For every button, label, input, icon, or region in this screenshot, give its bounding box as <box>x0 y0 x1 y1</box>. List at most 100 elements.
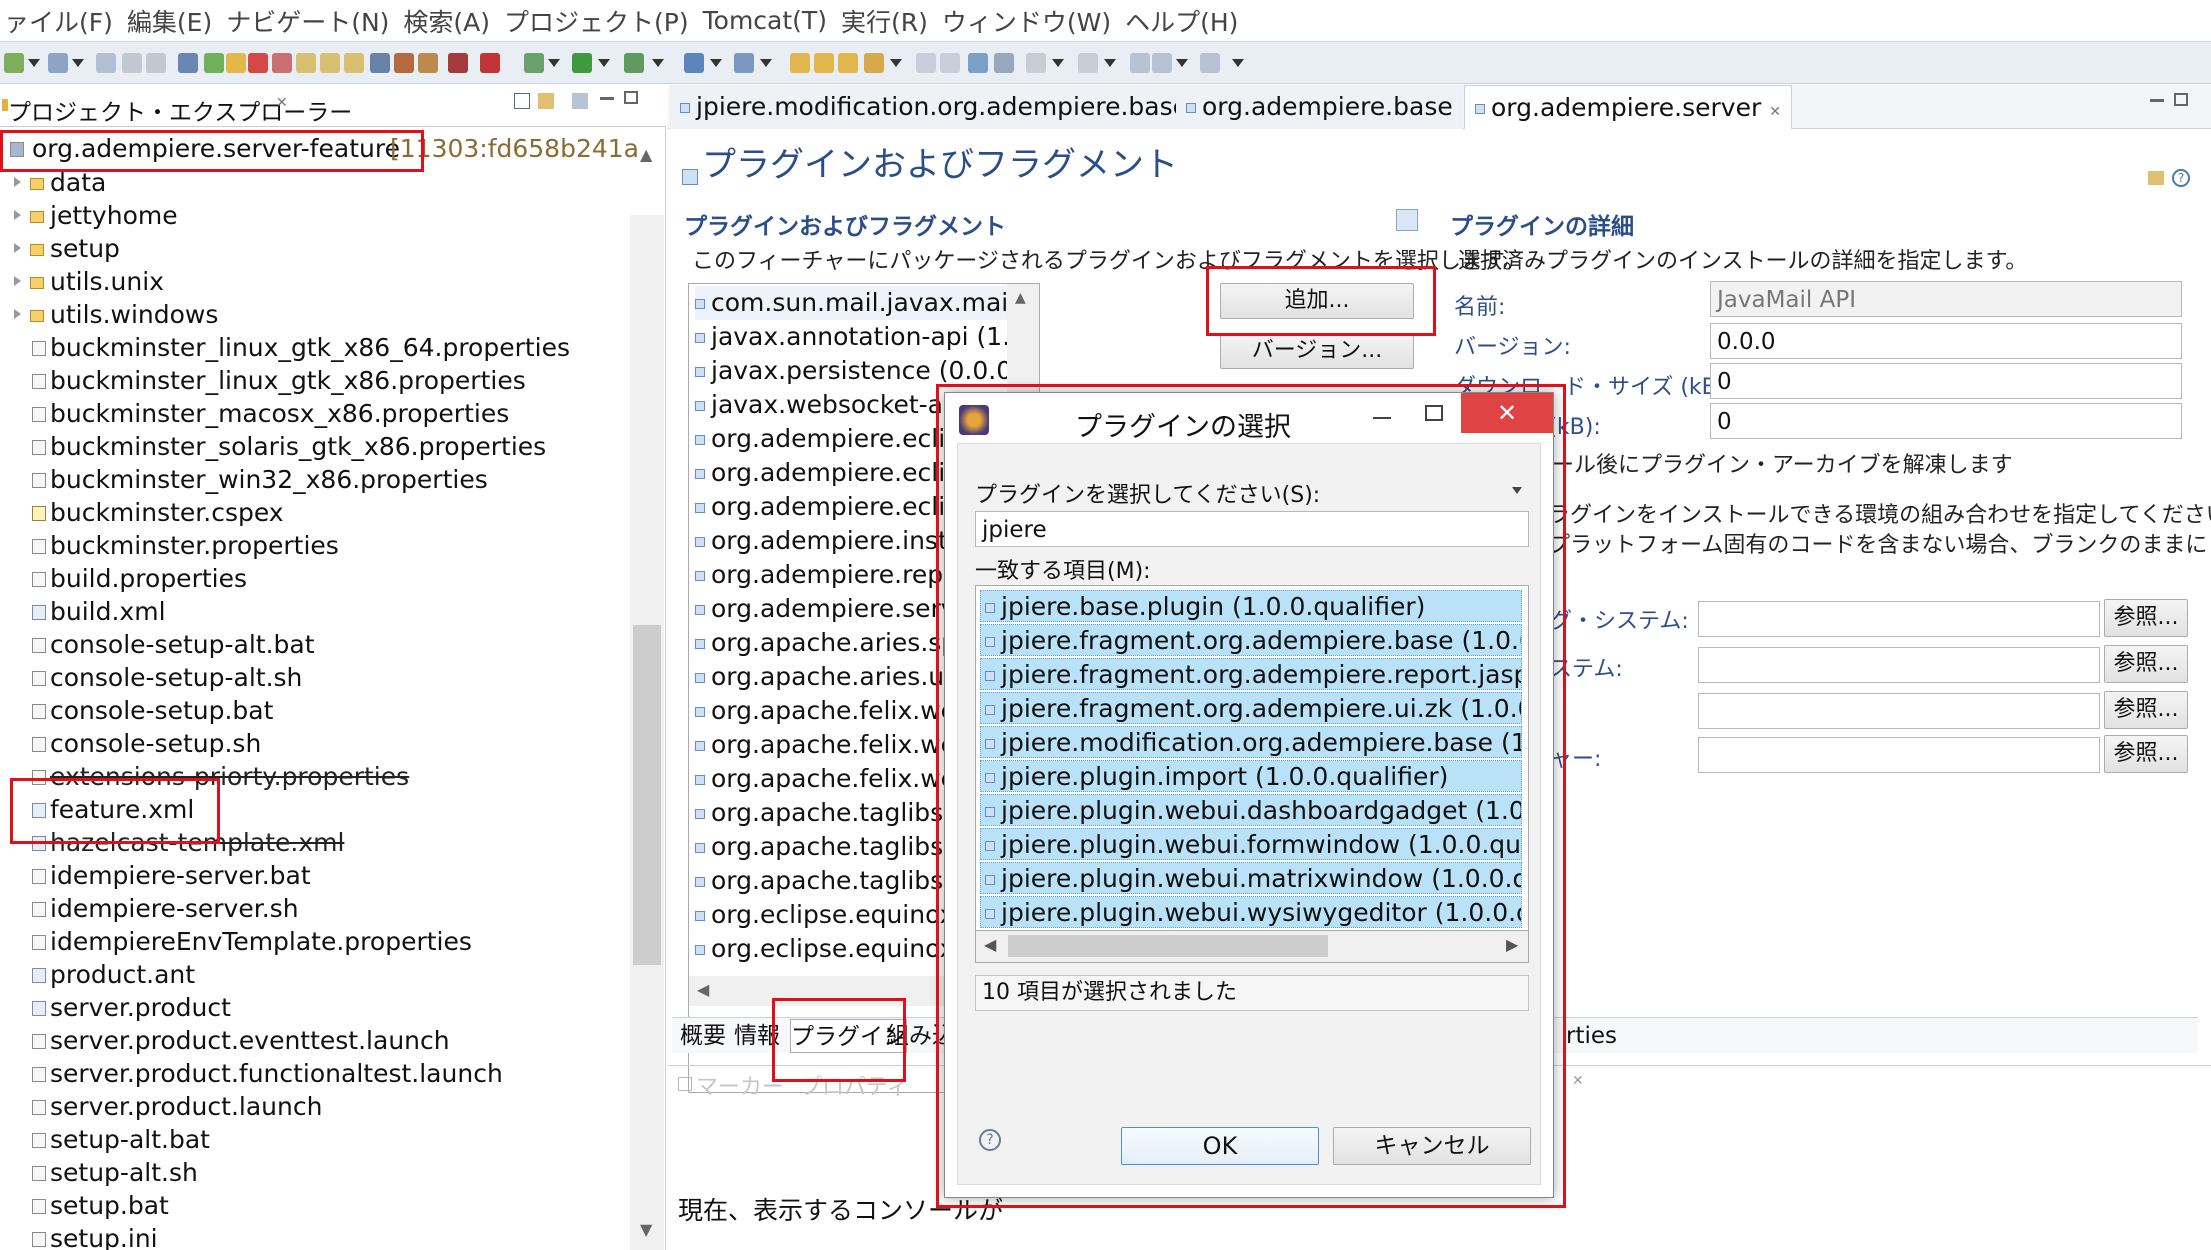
external-tools-icon[interactable] <box>624 53 644 73</box>
version-field[interactable]: 0.0.0 <box>1710 323 2182 359</box>
minimize-icon[interactable] <box>2150 99 2164 102</box>
list-item[interactable]: javax.persistence (0.0.0) <box>695 354 1022 388</box>
close-icon[interactable]: ✕ <box>276 95 288 111</box>
explorer-scrollbar[interactable] <box>630 215 664 1250</box>
list-item[interactable]: org.adempiere.repo <box>695 558 958 592</box>
annotation-icon[interactable] <box>1026 53 1046 73</box>
run-icon[interactable] <box>572 53 592 73</box>
tab-properties[interactable]: rties <box>1566 1019 1617 1053</box>
list-item[interactable]: javax.annotation-api (1.2.0) <box>695 320 1039 354</box>
ok-button[interactable]: OK <box>1121 1127 1319 1165</box>
help-toolbar-icon[interactable] <box>2148 171 2164 185</box>
menu-edit[interactable]: 編集(E) <box>123 3 216 39</box>
tab-org-adempiere-base[interactable]: org.adempiere.base <box>1176 85 1463 129</box>
tab-org-adempiere-server[interactable]: org.adempiere.server ✕ <box>1464 85 1792 129</box>
step-over-icon[interactable] <box>320 53 340 73</box>
menu-tomcat[interactable]: Tomcat(T) <box>699 6 831 35</box>
menu-project[interactable]: プロジェクト(P) <box>500 3 693 39</box>
new-icon[interactable] <box>4 53 24 73</box>
search-icon[interactable] <box>864 53 884 73</box>
save-all-icon[interactable] <box>96 53 116 73</box>
chevron-left-icon[interactable]: ◀ <box>984 935 996 954</box>
list-item[interactable]: org.eclipse.equinox <box>695 932 954 966</box>
suspend-icon[interactable] <box>226 53 246 73</box>
tab-properties-view[interactable]: プロパティ <box>800 1069 909 1101</box>
chevron-down-icon[interactable] <box>1052 59 1064 67</box>
scrollbar-thumb[interactable] <box>633 625 661 965</box>
name-field[interactable]: JavaMail API <box>1710 281 2182 317</box>
chevron-down-icon[interactable] <box>1176 59 1188 67</box>
step-return-icon[interactable] <box>344 53 364 73</box>
sort-icon[interactable] <box>1396 209 1418 231</box>
tomcat-stop-icon[interactable] <box>418 53 438 73</box>
forward-history-icon[interactable] <box>1200 53 1220 73</box>
expand-icon[interactable] <box>14 210 21 220</box>
list-item[interactable]: jpiere.plugin.webui.formwindow (1.0.0.qu… <box>980 828 1522 860</box>
perspective-icon[interactable] <box>916 53 936 73</box>
list-item[interactable]: org.apache.felix.we <box>695 694 956 728</box>
view-menu-icon[interactable] <box>572 93 588 109</box>
list-item[interactable]: org.adempiere.eclip <box>695 490 961 524</box>
tomcat-start-icon[interactable] <box>394 53 414 73</box>
list-item[interactable]: org.apache.taglibs. <box>695 864 951 898</box>
list-item[interactable]: jpiere.plugin.import (1.0.0.qualifier) <box>980 760 1522 792</box>
close-icon[interactable]: ✕ <box>1769 104 1781 120</box>
list-item[interactable]: jpiere.fragment.org.adempiere.ui.zk (1.0… <box>980 692 1522 724</box>
list-item[interactable]: jpiere.base.plugin (1.0.0.qualifier) <box>980 590 1522 622</box>
print-icon[interactable] <box>122 53 142 73</box>
list-item[interactable]: org.apache.aries.ut <box>695 660 954 694</box>
back-icon[interactable] <box>1130 53 1150 73</box>
match-list-scrollbar-h[interactable]: ◀ ▶ <box>975 931 1529 963</box>
globe-icon[interactable] <box>968 53 988 73</box>
install-size-field[interactable]: 0 <box>1710 403 2182 439</box>
menu-run[interactable]: 実行(R) <box>837 3 932 39</box>
maximize-icon[interactable] <box>1425 405 1443 421</box>
refresh-icon[interactable] <box>684 53 704 73</box>
unpack-checkbox-label[interactable]: ール後にプラグイン・アーカイブを解凍します <box>1552 447 2013 479</box>
maximize-icon[interactable] <box>2174 93 2188 106</box>
chevron-down-icon[interactable] <box>1104 59 1116 67</box>
menu-window[interactable]: ウィンドウ(W) <box>938 3 1115 39</box>
browse-ws-button[interactable]: 参照... <box>2104 645 2188 683</box>
chevron-down-icon[interactable] <box>760 59 772 67</box>
tab-information[interactable]: 情報 <box>734 1019 780 1053</box>
resume-icon[interactable] <box>204 53 224 73</box>
open-folder-icon[interactable] <box>790 53 810 73</box>
open-resource-icon[interactable] <box>838 53 858 73</box>
list-item[interactable]: com.sun.mail.javax.mail (0.0.0) <box>695 286 1039 320</box>
debug-icon[interactable] <box>480 53 500 73</box>
list-item[interactable]: org.adempiere.eclip <box>695 422 961 456</box>
help-icon[interactable]: ? <box>2172 169 2190 187</box>
scrollbar-thumb[interactable] <box>1008 935 1328 957</box>
browse-os-button[interactable]: 参照... <box>2104 599 2188 637</box>
menu-help[interactable]: ヘルプ(H) <box>1121 3 1242 39</box>
minimize-icon[interactable] <box>1373 417 1391 419</box>
chevron-down-icon[interactable] <box>652 59 664 67</box>
chevron-up-icon[interactable]: ▲ <box>1015 290 1026 306</box>
list-item[interactable]: jpiere.modification.org.adempiere.base (… <box>980 726 1522 758</box>
list-item[interactable]: jpiere.fragment.org.adempiere.base (1.0.… <box>980 624 1522 656</box>
forward-icon[interactable] <box>1152 53 1172 73</box>
expand-icon[interactable] <box>14 276 21 286</box>
dialog-close-button[interactable]: ✕ <box>1461 393 1553 433</box>
list-item[interactable]: org.apache.aries.sp <box>695 626 957 660</box>
wand-icon[interactable] <box>178 53 198 73</box>
list-item[interactable]: org.adempiere.serv <box>695 592 956 626</box>
chevron-up-icon[interactable]: ▲ <box>640 145 652 164</box>
chevron-down-icon[interactable] <box>890 59 902 67</box>
list-item[interactable]: javax.websocket-ap <box>695 388 959 422</box>
expand-icon[interactable] <box>14 177 21 187</box>
copy-icon[interactable] <box>146 53 166 73</box>
filter-input[interactable]: jpiere <box>975 511 1529 547</box>
explorer-title[interactable]: プロジェクト・エクスプローラー <box>8 93 352 127</box>
list-item[interactable]: jpiere.plugin.webui.matrixwindow (1.0.0.… <box>980 862 1522 894</box>
list-item[interactable]: org.adempiere.inst <box>695 524 948 558</box>
version-button[interactable]: バージョン... <box>1220 333 1414 369</box>
chevron-down-icon[interactable] <box>1232 59 1244 67</box>
disconnect-icon[interactable] <box>272 53 292 73</box>
tab-markers[interactable]: マーカー <box>696 1069 784 1101</box>
chevron-down-icon[interactable] <box>1512 487 1522 494</box>
chevron-down-icon[interactable] <box>72 59 84 67</box>
tools-icon[interactable] <box>994 53 1014 73</box>
download-size-field[interactable]: 0 <box>1710 363 2182 399</box>
